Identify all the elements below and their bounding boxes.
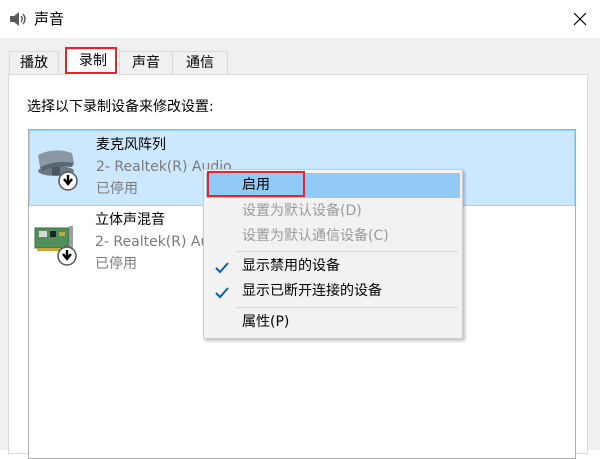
instruction-text: 选择以下录制设备来修改设置:: [27, 99, 214, 115]
device-name: 立体声混音: [95, 212, 165, 228]
device-name: 麦克风阵列: [96, 137, 166, 153]
title-bar: 声音: [0, 0, 600, 38]
device-status: 已停用: [96, 181, 138, 197]
menu-item-show-disabled-devices[interactable]: 显示禁用的设备: [206, 254, 460, 279]
menu-item-show-disconnected-devices[interactable]: 显示已断开连接的设备: [206, 279, 460, 304]
menu-item-set-default-device[interactable]: 设置为默认设备(D): [206, 199, 460, 224]
close-icon: [573, 12, 587, 26]
menu-separator: [236, 307, 458, 308]
menu-item-label: 属性(P): [242, 314, 290, 330]
check-icon: [214, 284, 230, 309]
device-status: 已停用: [95, 256, 137, 272]
context-menu: 启用 设置为默认设备(D) 设置为默认通信设备(C) 显示禁用的设备 显示已断开…: [203, 169, 463, 339]
tab-recording[interactable]: 录制: [66, 49, 120, 76]
menu-item-label: 设置为默认设备(D): [242, 203, 362, 219]
menu-item-label: 启用: [242, 177, 270, 193]
sound-card-icon: [33, 216, 83, 268]
menu-item-label: 显示禁用的设备: [242, 258, 340, 274]
tab-communications[interactable]: 通信: [172, 51, 228, 75]
tab-sounds[interactable]: 声音: [119, 51, 173, 75]
menu-separator: [236, 251, 458, 252]
close-button[interactable]: [560, 0, 600, 38]
menu-item-label: 显示已断开连接的设备: [242, 283, 382, 299]
menu-item-label: 设置为默认通信设备(C): [242, 228, 389, 244]
window-title: 声音: [34, 10, 65, 28]
menu-item-set-default-comm-device[interactable]: 设置为默认通信设备(C): [206, 224, 460, 249]
menu-item-properties[interactable]: 属性(P): [206, 310, 460, 335]
tab-playback[interactable]: 播放: [9, 51, 59, 75]
speaker-icon: [9, 10, 27, 28]
menu-item-enable[interactable]: 启用: [206, 173, 460, 198]
microphone-array-icon: [34, 141, 84, 193]
